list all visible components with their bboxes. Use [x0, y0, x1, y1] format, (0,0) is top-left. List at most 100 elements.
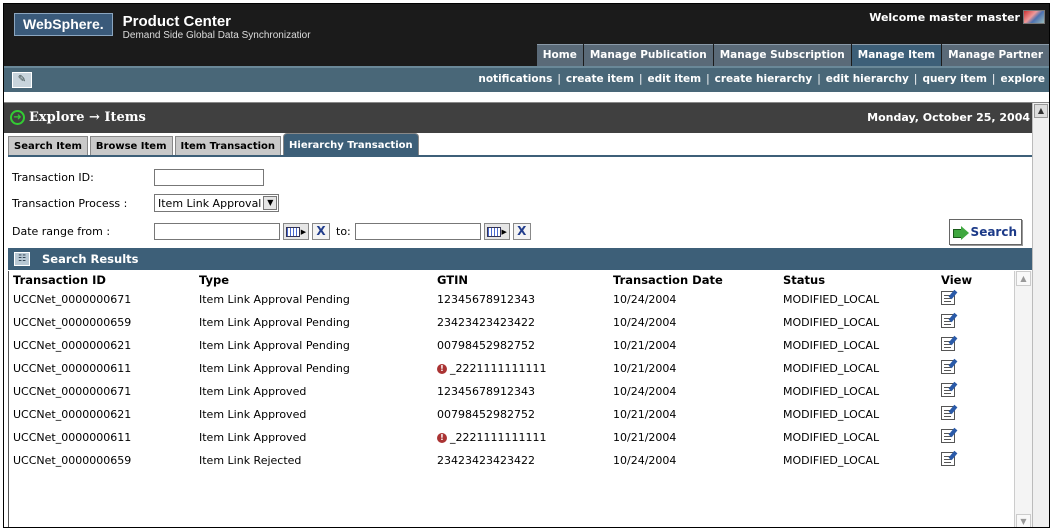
edit-icon[interactable] — [941, 337, 955, 351]
link-separator: | — [706, 73, 710, 85]
status-cell: MODIFIED_LOCAL — [783, 339, 880, 352]
search-form: Transaction ID: Transaction Process : It… — [8, 155, 1032, 245]
calendar-from-button[interactable]: ▶ — [283, 223, 309, 240]
chevron-down-icon[interactable]: ▼ — [263, 196, 278, 210]
type-cell: Item Link Rejected — [199, 454, 302, 467]
edit-icon[interactable] — [941, 360, 955, 374]
date-from-input[interactable] — [154, 223, 280, 240]
tab-search-item[interactable]: Search Item — [8, 136, 88, 155]
table-row[interactable]: UCCNet_0000000621 Item Link Approved 00798… — [9, 403, 1014, 426]
table-row[interactable]: UCCNet_0000000659 Item Link Rejected 23423… — [9, 449, 1014, 472]
gtin-cell: 12345678912343 — [437, 293, 613, 306]
table-body: UCCNet_0000000671 Item Link Approval Pend… — [9, 288, 1014, 472]
app-header: WebSphere. Product Center Demand Side Gl… — [4, 4, 1049, 66]
action-link-notifications[interactable]: notifications — [478, 73, 552, 85]
scroll-up-icon[interactable]: ▲ — [1034, 104, 1048, 118]
scroll-down-icon[interactable]: ▼ — [1016, 514, 1031, 527]
transaction-process-label: Transaction Process : — [12, 196, 128, 210]
action-link-create-hierarchy[interactable]: create hierarchy — [715, 73, 813, 85]
results-icon: ☷ — [14, 252, 30, 266]
date-to-input[interactable] — [354, 223, 481, 240]
view-cell — [941, 452, 1001, 469]
status-cell: MODIFIED_LOCAL — [783, 408, 880, 421]
arrow-right-icon — [952, 225, 969, 240]
edit-icon[interactable] — [941, 406, 955, 420]
link-separator: | — [991, 73, 996, 85]
gtin-cell: ! _2221111111111 — [437, 362, 613, 375]
gtin-value: 23423423423422 — [437, 454, 535, 467]
transaction-date-cell: 10/24/2004 — [613, 293, 677, 306]
toolbar-icon[interactable]: ✎ — [12, 72, 32, 88]
column-header-type[interactable]: Type — [199, 273, 437, 287]
column-header-transaction-id[interactable]: Transaction ID — [9, 273, 199, 287]
table-row[interactable]: UCCNet_0000000659 Item Link Approval Pend… — [9, 311, 1014, 334]
edit-icon[interactable] — [941, 429, 955, 443]
triangle-icon: ▶ — [300, 227, 307, 236]
column-header-view[interactable]: View — [941, 273, 1001, 287]
table-scrollbar[interactable]: ▲ ▼ — [1014, 271, 1032, 527]
clear-to-button[interactable]: X — [512, 223, 531, 240]
transaction-date-cell: 10/21/2004 — [613, 339, 677, 352]
transaction-date-cell: 10/21/2004 — [613, 408, 677, 421]
column-header-transaction-date[interactable]: Transaction Date — [613, 273, 783, 287]
table-row[interactable]: UCCNet_0000000621 Item Link Approval Pend… — [9, 334, 1014, 357]
gtin-cell: ! _2221111111111 — [437, 431, 613, 444]
table-row[interactable]: UCCNet_0000000611 Item Link Approval Pend… — [9, 357, 1014, 380]
nav-tab-manage-publication[interactable]: Manage Publication — [583, 44, 713, 66]
table-header: Transaction ID Type GTIN Transaction Date St… — [9, 271, 1014, 288]
transaction-id-input[interactable] — [154, 169, 264, 186]
link-separator: | — [557, 73, 561, 85]
type-cell: Item Link Approval Pending — [199, 316, 350, 329]
edit-icon[interactable] — [941, 314, 955, 328]
scroll-up-icon[interactable]: ▲ — [1016, 271, 1031, 286]
transaction-process-select[interactable]: Item Link Approval ▼ — [154, 194, 280, 212]
edit-icon[interactable] — [941, 291, 955, 305]
transaction-date-cell: 10/21/2004 — [613, 362, 677, 375]
view-cell — [941, 360, 1001, 377]
table-row[interactable]: UCCNet_0000000671 Item Link Approved 12345… — [9, 380, 1014, 403]
link-separator: | — [817, 73, 821, 85]
tab-browse-item[interactable]: Browse Item — [89, 136, 173, 155]
nav-tab-manage-subscription[interactable]: Manage Subscription — [713, 44, 851, 66]
app-window: WebSphere. Product Center Demand Side Gl… — [3, 3, 1050, 528]
status-cell: MODIFIED_LOCAL — [783, 431, 880, 444]
edit-icon[interactable] — [941, 383, 955, 397]
calendar-to-button[interactable]: ▶ — [483, 223, 510, 240]
status-cell: MODIFIED_LOCAL — [783, 385, 880, 398]
tab-hierarchy-transaction[interactable]: Hierarchy Transaction — [283, 133, 419, 155]
search-button[interactable]: Search — [948, 219, 1022, 245]
type-cell: Item Link Approval Pending — [199, 362, 350, 375]
column-header-gtin[interactable]: GTIN — [437, 273, 613, 287]
gtin-value: 12345678912343 — [437, 385, 535, 398]
action-link-create-item[interactable]: create item — [566, 73, 634, 85]
tab-item-transaction[interactable]: Item Transaction — [174, 136, 282, 155]
nav-tab-home[interactable]: Home — [536, 44, 583, 66]
status-cell: MODIFIED_LOCAL — [783, 316, 880, 329]
view-cell — [941, 383, 1001, 400]
user-icon[interactable] — [1023, 10, 1045, 24]
gtin-value: 00798452982752 — [437, 339, 535, 352]
nav-tab-manage-partner[interactable]: Manage Partner — [942, 44, 1049, 66]
nav-tab-manage-item[interactable]: Manage Item — [851, 44, 942, 66]
transaction-id-cell: UCCNet_0000000611 — [13, 362, 132, 375]
welcome-text: Welcome master master — [869, 10, 1020, 24]
transaction-process-value: Item Link Approval — [158, 196, 262, 210]
view-cell — [941, 429, 1001, 446]
edit-icon[interactable] — [941, 452, 955, 466]
action-links: notifications | create item | edit item | crea… — [478, 73, 1045, 85]
clear-from-button[interactable]: X — [312, 223, 330, 240]
table-row[interactable]: UCCNet_0000000671 Item Link Approval Pend… — [9, 288, 1014, 311]
page-title: ➜ Explore → Items — [10, 110, 146, 125]
page-scrollbar[interactable]: ▲ — [1032, 103, 1049, 527]
action-link-explore[interactable]: explore — [1000, 73, 1045, 85]
action-link-edit-item[interactable]: edit item — [648, 73, 702, 85]
action-link-edit-hierarchy[interactable]: edit hierarchy — [826, 73, 909, 85]
table-row[interactable]: UCCNet_0000000611 Item Link Approved! _222… — [9, 426, 1014, 449]
action-link-query-item[interactable]: query item — [922, 73, 986, 85]
status-cell: MODIFIED_LOCAL — [783, 362, 880, 375]
gtin-cell: 00798452982752 — [437, 339, 613, 352]
divider — [4, 92, 1049, 103]
transaction-id-cell: UCCNet_0000000611 — [13, 431, 132, 444]
brand: WebSphere. Product Center Demand Side Gl… — [14, 13, 311, 42]
column-header-status[interactable]: Status — [783, 273, 941, 287]
